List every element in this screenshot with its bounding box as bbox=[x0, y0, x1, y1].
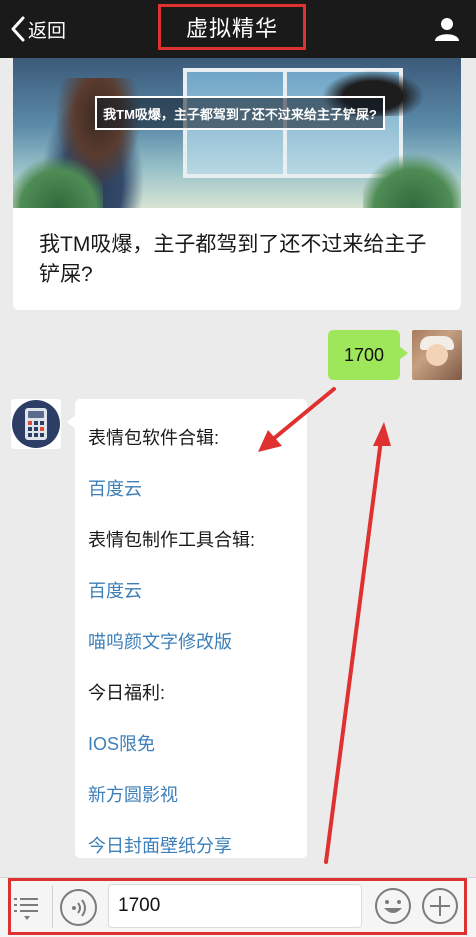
top-nav-bar: 返回 虚拟精华 bbox=[0, 0, 476, 58]
article-banner-image: 我TM吸爆，主子都驾到了还不过来给主子铲屎? bbox=[13, 58, 461, 208]
banner-plant-right bbox=[363, 148, 461, 208]
banner-plant-left bbox=[13, 148, 103, 208]
calculator-icon bbox=[12, 400, 60, 448]
message-line-heading: 今日福利: bbox=[88, 682, 166, 703]
message-link[interactable]: 今日封面壁纸分享 bbox=[87, 819, 295, 870]
person-icon[interactable] bbox=[434, 16, 460, 42]
back-button[interactable]: 返回 bbox=[8, 14, 66, 44]
article-title: 我TM吸爆，主子都驾到了还不过来给主子铲屎? bbox=[39, 233, 427, 286]
message-link[interactable]: 新方圆影视 bbox=[87, 768, 295, 819]
sent-message-bubble[interactable]: 1700 bbox=[328, 330, 408, 380]
message-link[interactable]: 喵呜颜文字修改版 bbox=[87, 615, 295, 666]
voice-icon bbox=[71, 898, 86, 917]
back-label: 返回 bbox=[28, 20, 67, 42]
chevron-left-icon bbox=[11, 16, 25, 42]
avatar-face bbox=[426, 344, 448, 366]
message-link[interactable]: 百度云 bbox=[87, 462, 295, 513]
list-menu-icon[interactable] bbox=[12, 892, 42, 922]
page-title: 虚拟精华 bbox=[158, 4, 306, 50]
sent-message-text: 1700 bbox=[343, 344, 385, 365]
voice-button[interactable] bbox=[60, 889, 97, 926]
message-line-heading: 表情包制作工具合辑: bbox=[88, 529, 256, 550]
arrow-head-icon bbox=[373, 422, 391, 446]
my-avatar[interactable] bbox=[412, 330, 462, 380]
message-line-heading: 表情包软件合辑: bbox=[88, 427, 220, 448]
input-bar-divider bbox=[52, 886, 53, 928]
message-input[interactable]: 1700 bbox=[108, 884, 362, 928]
plus-icon[interactable] bbox=[421, 887, 459, 925]
article-card[interactable]: 我TM吸爆，主子都驾到了还不过来给主子铲屎? 我TM吸爆，主子都驾到了还不过来给… bbox=[13, 58, 461, 310]
message-link[interactable]: IOS限免 bbox=[87, 717, 295, 768]
banner-caption: 我TM吸爆，主子都驾到了还不过来给主子铲屎? bbox=[95, 96, 385, 130]
message-input-value: 1700 bbox=[118, 895, 161, 916]
message-link[interactable]: 百度云 bbox=[87, 564, 295, 615]
page-title-text: 虚拟精华 bbox=[185, 16, 278, 41]
smiley-icon[interactable] bbox=[374, 887, 412, 925]
received-message-bubble: 表情包软件合辑: 百度云 表情包制作工具合辑: 百度云 喵呜颜文字修改版 今日福… bbox=[67, 399, 307, 858]
account-avatar[interactable] bbox=[11, 399, 61, 449]
